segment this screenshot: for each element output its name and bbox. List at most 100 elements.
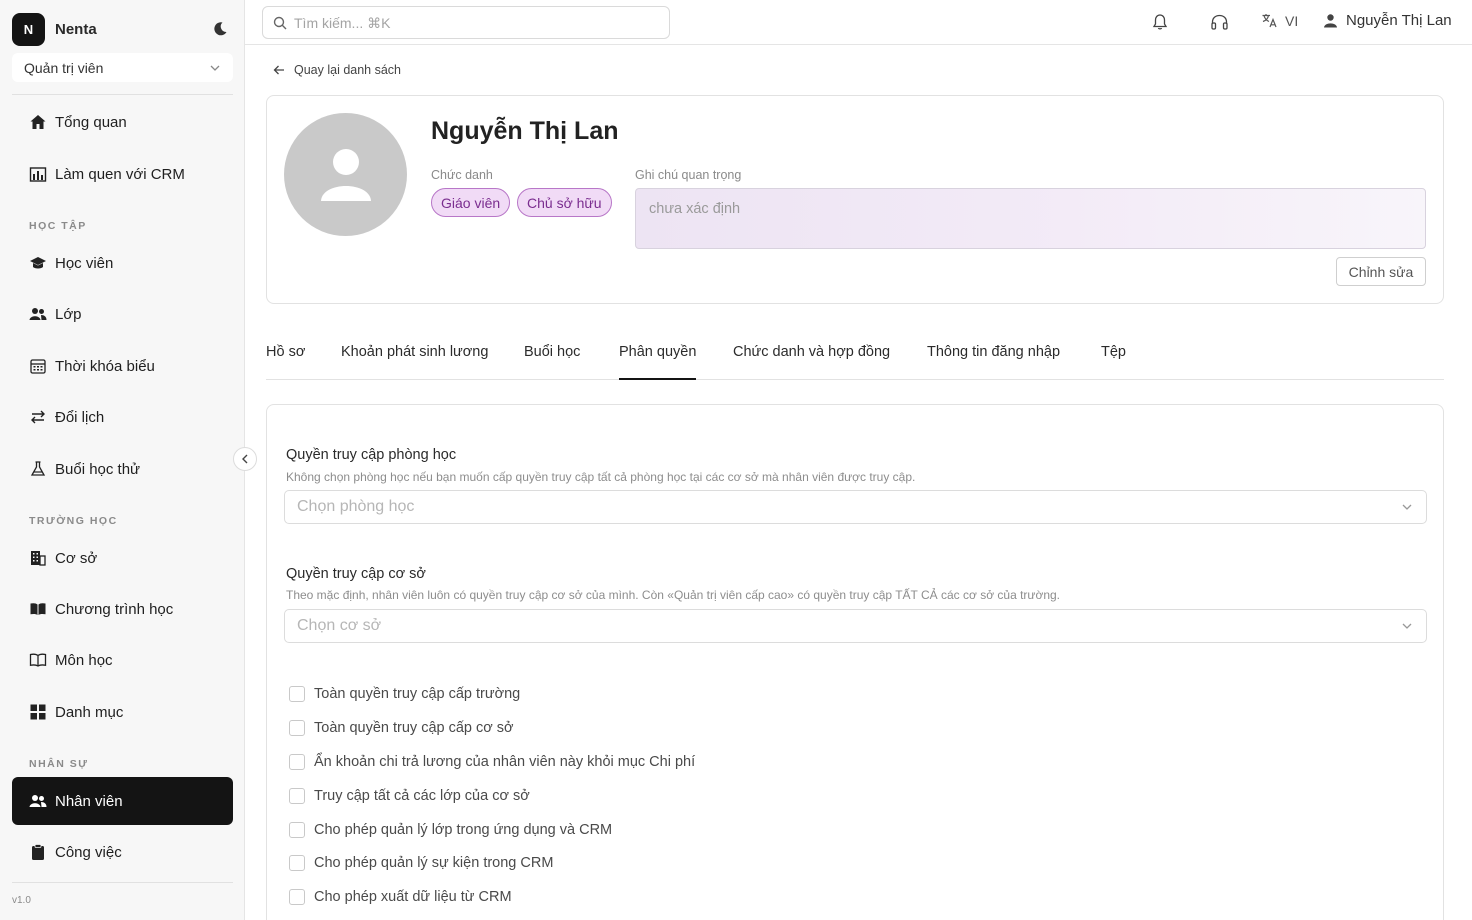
checkbox-hide-salary-expense[interactable]: Ẩn khoản chi trả lương của nhân viên này… xyxy=(289,754,695,770)
brand[interactable]: N Nenta xyxy=(12,12,234,46)
profile-tabs: Hồ sơ Khoản phát sinh lương Buổi học Phâ… xyxy=(266,340,1444,380)
section-label-school: TRƯỜNG HỌC xyxy=(29,515,118,527)
dark-mode-icon[interactable] xyxy=(212,21,228,37)
checkbox[interactable] xyxy=(289,720,305,736)
sidebar-item-label: Buổi học thử xyxy=(55,460,141,478)
checkbox-export-data[interactable]: Cho phép xuất dữ liệu từ CRM xyxy=(289,889,512,905)
checkbox[interactable] xyxy=(289,822,305,838)
user-menu[interactable]: Nguyễn Thị Lan xyxy=(1323,12,1452,29)
sidebar-item-label: Nhân viên xyxy=(55,792,123,810)
tab-titles-contracts[interactable]: Chức danh và hợp đồng xyxy=(733,344,890,380)
checkbox[interactable] xyxy=(289,788,305,804)
sidebar-item-programs[interactable]: Chương trình học xyxy=(12,585,233,633)
checkbox-full-branch-access[interactable]: Toàn quyền truy cập cấp cơ sở xyxy=(289,720,514,736)
language-switcher[interactable]: VI xyxy=(1261,12,1298,29)
clipboard-icon xyxy=(28,842,48,862)
sidebar-item-label: Chương trình học xyxy=(55,600,174,618)
language-code: VI xyxy=(1285,12,1299,29)
brand-name: Nenta xyxy=(55,20,97,38)
edit-button[interactable]: Chỉnh sửa xyxy=(1336,257,1426,286)
back-to-list-link[interactable]: Quay lại danh sách xyxy=(272,63,401,77)
book-open-icon xyxy=(28,650,48,670)
sidebar-item-label: Học viên xyxy=(55,254,114,272)
divider xyxy=(12,882,233,883)
checkbox-label: Ẩn khoản chi trả lương của nhân viên này… xyxy=(314,754,696,770)
sidebar-item-label: Công việc xyxy=(55,843,122,861)
translate-icon xyxy=(1262,14,1277,28)
tab-profile[interactable]: Hồ sơ xyxy=(266,344,305,380)
checkbox-label: Cho phép quản lý lớp trong ứng dụng và C… xyxy=(314,822,613,838)
grid-icon xyxy=(28,702,48,722)
brand-logo: N xyxy=(12,12,45,46)
flask-icon xyxy=(28,459,48,479)
chevron-down-icon xyxy=(210,65,220,71)
users-icon xyxy=(28,304,48,324)
sidebar: N Nenta Quản trị viên Tổng quan Làm quen… xyxy=(0,0,245,920)
sidebar-item-trial[interactable]: Buổi học thử xyxy=(12,445,233,493)
chevron-left-icon xyxy=(242,454,248,464)
role-chip-owner: Chủ sở hữu xyxy=(517,188,612,217)
sidebar-item-reschedule[interactable]: Đổi lịch xyxy=(12,393,233,441)
role-select[interactable]: Quản trị viên xyxy=(12,53,233,82)
checkbox[interactable] xyxy=(289,889,305,905)
search-icon xyxy=(273,16,287,29)
user-placeholder-icon xyxy=(320,148,371,201)
room-select[interactable]: Chọn phòng học xyxy=(284,490,1427,524)
app-version: v1.0 xyxy=(12,895,31,906)
topbar: VI Nguyễn Thị Lan xyxy=(245,0,1472,45)
checkbox-label: Truy cập tất cả các lớp của cơ sở xyxy=(314,788,530,804)
notification-bell-icon[interactable] xyxy=(1150,12,1170,32)
search-input[interactable] xyxy=(294,14,654,31)
book-open-filled-icon xyxy=(28,599,48,619)
checkbox-access-all-classes[interactable]: Truy cập tất cả các lớp của cơ sở xyxy=(289,788,530,804)
role-chip-teacher: Giáo viên xyxy=(431,188,511,217)
home-icon xyxy=(28,112,48,132)
important-note-field: chưa xác định xyxy=(635,188,1426,249)
sidebar-item-staff[interactable]: Nhân viên xyxy=(12,777,233,825)
sidebar-item-students[interactable]: Học viên xyxy=(12,239,233,287)
sidebar-item-label: Danh mục xyxy=(55,703,124,721)
arrow-left-icon xyxy=(273,65,284,75)
branch-select[interactable]: Chọn cơ sở xyxy=(284,609,1427,643)
back-link-label: Quay lại danh sách xyxy=(294,63,402,77)
checkbox-label: Toàn quyền truy cập cấp trường xyxy=(314,686,521,702)
room-access-title: Quyền truy cập phòng học xyxy=(286,447,457,463)
sidebar-item-classes[interactable]: Lớp xyxy=(12,290,233,338)
tab-permissions[interactable]: Phân quyền xyxy=(619,344,697,380)
sidebar-item-label: Môn học xyxy=(55,651,113,669)
search-box[interactable] xyxy=(262,6,670,39)
sidebar-item-timetable[interactable]: Thời khóa biểu xyxy=(12,342,233,390)
sidebar-item-overview[interactable]: Tổng quan xyxy=(12,98,233,146)
checkbox-label: Toàn quyền truy cập cấp cơ sở xyxy=(314,720,514,736)
tab-login-info[interactable]: Thông tin đăng nhập xyxy=(927,344,1060,380)
sidebar-item-categories[interactable]: Danh mục xyxy=(12,688,233,736)
tab-lessons[interactable]: Buổi học xyxy=(524,344,580,380)
job-title-label: Chức danh xyxy=(431,168,493,182)
checkbox[interactable] xyxy=(289,754,305,770)
users-icon xyxy=(28,791,48,811)
checkbox[interactable] xyxy=(289,855,305,871)
tab-salary-items[interactable]: Khoản phát sinh lương xyxy=(341,344,488,380)
sidebar-item-tasks[interactable]: Công việc xyxy=(12,828,233,876)
checkbox-full-school-access[interactable]: Toàn quyền truy cập cấp trường xyxy=(289,686,520,702)
sidebar-item-subjects[interactable]: Môn học xyxy=(12,636,233,684)
section-label-study: HỌC TẬP xyxy=(29,220,87,232)
chevron-down-icon xyxy=(1402,504,1412,510)
important-note-label: Ghi chú quan trọng xyxy=(635,168,742,182)
branch-access-title: Quyền truy cập cơ sở xyxy=(286,566,426,582)
sidebar-item-branches[interactable]: Cơ sở xyxy=(12,534,233,582)
room-select-placeholder: Chọn phòng học xyxy=(297,498,415,515)
sidebar-item-label: Lớp xyxy=(55,305,82,323)
checkbox-manage-events[interactable]: Cho phép quản lý sự kiện trong CRM xyxy=(289,855,553,871)
sidebar-item-label: Thời khóa biểu xyxy=(55,357,155,375)
headset-icon[interactable] xyxy=(1209,12,1229,32)
profile-card: Nguyễn Thị Lan Chức danh Giáo viên Chủ s… xyxy=(266,95,1444,304)
checkbox-manage-classes[interactable]: Cho phép quản lý lớp trong ứng dụng và C… xyxy=(289,822,612,838)
tab-files[interactable]: Tệp xyxy=(1101,344,1126,380)
checkbox[interactable] xyxy=(289,686,305,702)
room-access-description: Không chọn phòng học nếu bạn muốn cấp qu… xyxy=(286,470,916,484)
sidebar-item-intro-crm[interactable]: Làm quen với CRM xyxy=(12,150,233,198)
sidebar-item-label: Cơ sở xyxy=(55,549,98,567)
sidebar-collapse-button[interactable] xyxy=(233,447,257,471)
checkbox-label: Cho phép xuất dữ liệu từ CRM xyxy=(314,889,512,905)
